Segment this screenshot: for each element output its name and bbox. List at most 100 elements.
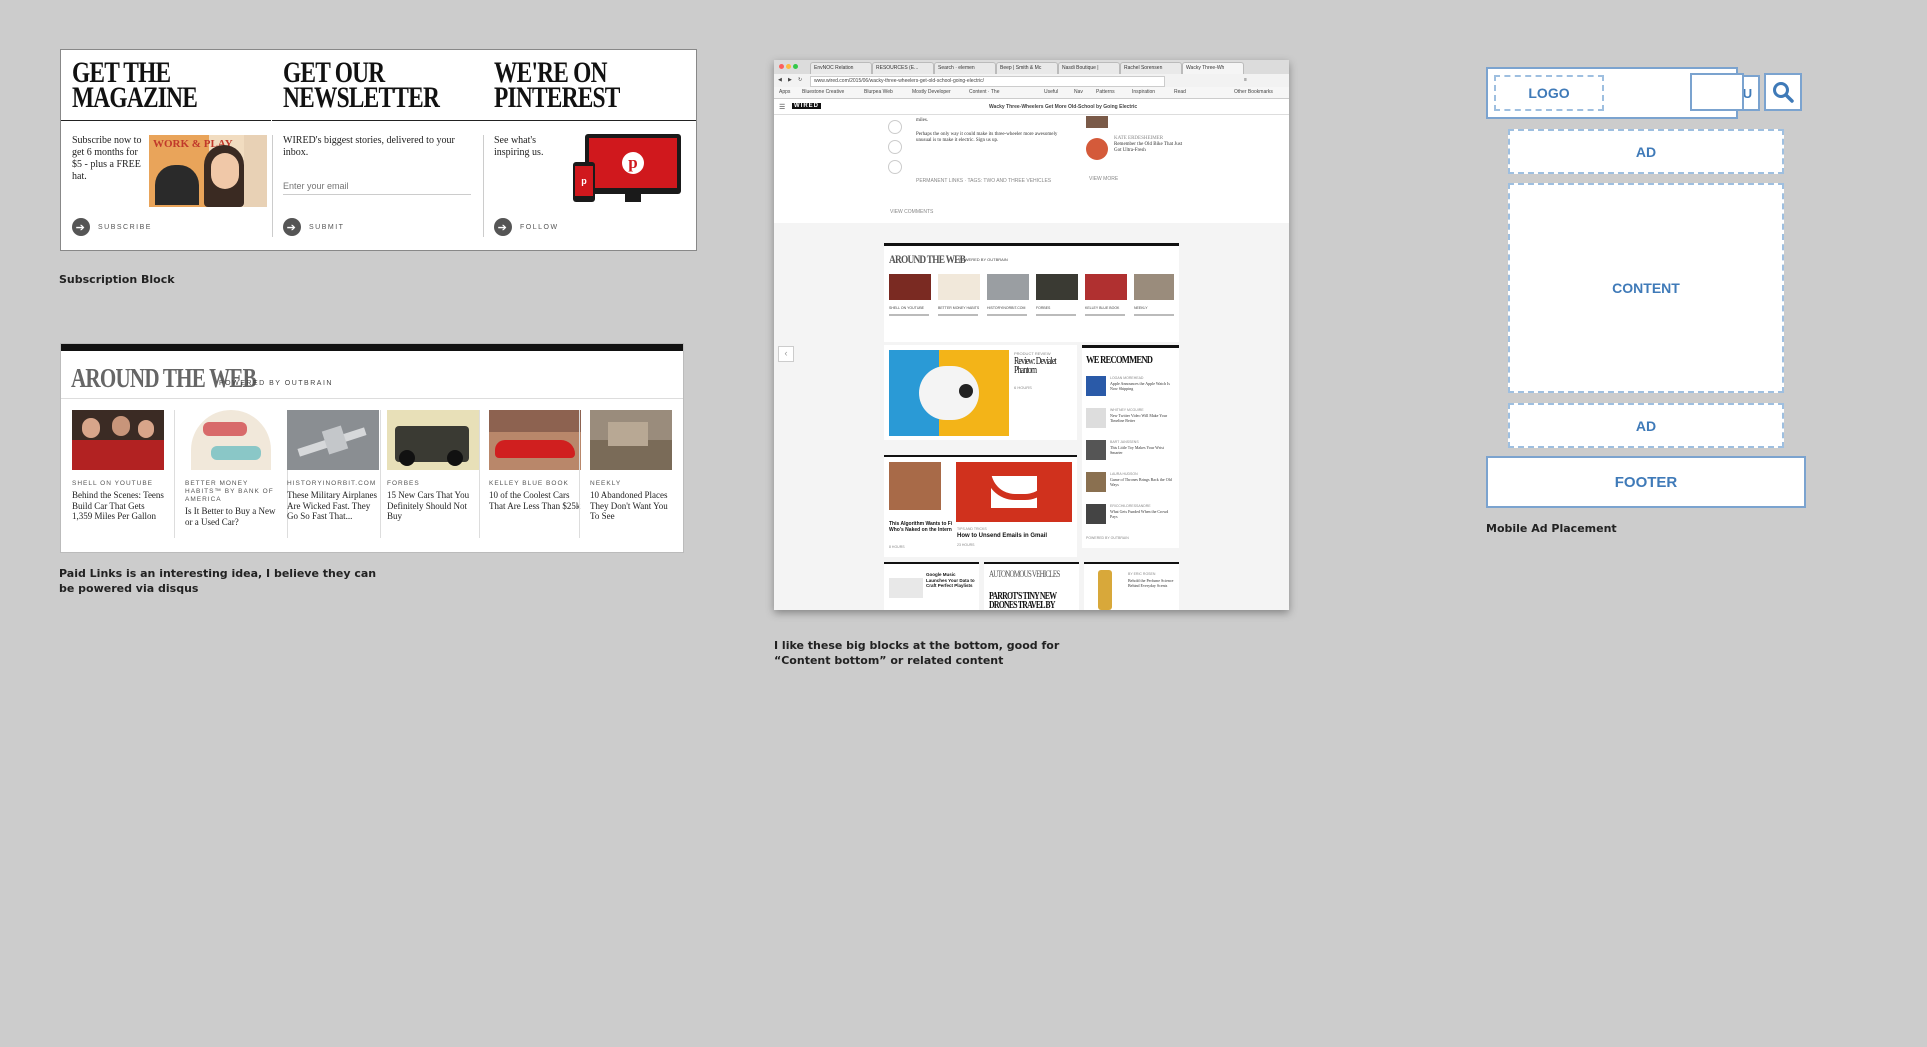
bookmark-item[interactable]: Bluestone Creative xyxy=(802,89,844,95)
browser-tab[interactable]: Beep | Smith & Mc xyxy=(996,62,1058,74)
feature-time: 6 HOURS xyxy=(1014,385,1032,390)
maximize-window-icon[interactable] xyxy=(793,64,798,69)
mini-thumb[interactable] xyxy=(1134,274,1174,300)
mini-thumb[interactable] xyxy=(1085,274,1127,300)
mini-thumb[interactable] xyxy=(987,274,1029,300)
gmail-title: How to Unsend Emails in Gmail xyxy=(957,533,1048,539)
email-input[interactable] xyxy=(283,178,471,195)
side-item[interactable]: KATE ERDESHEIMER Remember the Old Bike T… xyxy=(1114,136,1184,154)
email-share-icon[interactable] xyxy=(888,160,902,174)
pinterest-heading: WE'RE ON PINTEREST xyxy=(494,58,652,113)
browser-tab-strip: EnvNOC Relation RESOURCES (E... Search ·… xyxy=(774,60,1289,75)
google-card[interactable]: Google Music Launches Your Data to Craft… xyxy=(884,562,979,610)
atw-item[interactable]: KELLEY BLUE BOOK 10 of the Coolest Cars … xyxy=(489,410,581,511)
item-source: FORBES xyxy=(387,480,420,487)
browser-toolbar: ◀ ▶ ↻ www.wired.com/2015/06/wacky-three-… xyxy=(774,74,1289,87)
atw-item[interactable]: SHELL ON YOUTUBE Behind the Scenes: Teen… xyxy=(72,410,164,522)
atw-item[interactable]: BETTER MONEY HABITS™ BY BANK OF AMERICA … xyxy=(185,410,277,527)
reload-icon[interactable]: ↻ xyxy=(798,77,802,83)
subscribe-button[interactable]: ➔ SUBSCRIBE xyxy=(72,218,152,236)
mini-powered: POWERED BY OUTBRAIN xyxy=(1086,536,1129,540)
mini-source: HISTORYINORBIT.COM xyxy=(987,306,1026,310)
view-more-link[interactable]: VIEW MORE xyxy=(1089,176,1118,182)
atw-item[interactable]: HISTORYINORBIT.COM These Military Airpla… xyxy=(287,410,379,522)
browser-tab[interactable]: Rachel Sorensen xyxy=(1120,62,1182,74)
newsletter-text: WIRED's biggest stories, delivered to yo… xyxy=(283,135,455,158)
recommend-kicker: BART JANSSENS xyxy=(1110,440,1139,444)
browser-tab-active[interactable]: Wacky Three-Wh xyxy=(1182,62,1244,74)
recommend-kicker: WHITNEY MCGUIRE xyxy=(1110,408,1144,412)
browser-tab[interactable]: EnvNOC Relation xyxy=(810,62,872,74)
pinterest-share-icon[interactable] xyxy=(888,120,902,134)
site-logo[interactable]: WIRED xyxy=(792,103,821,109)
magazine-cover-image: WORK & PLAY xyxy=(149,135,267,207)
mini-thumb[interactable] xyxy=(889,274,931,300)
item-thumbnail xyxy=(590,410,672,470)
item-source: HISTORYINORBIT.COM xyxy=(287,480,377,487)
recommend-title: What Gets Funded When the Crowd Pays xyxy=(1110,509,1169,519)
arrow-right-icon: ➔ xyxy=(72,218,90,236)
submit-button[interactable]: ➔ SUBMIT xyxy=(283,218,344,236)
close-window-icon[interactable] xyxy=(779,64,784,69)
item-thumbnail xyxy=(387,410,479,470)
comment-share-icon[interactable] xyxy=(888,140,902,154)
arrow-right-icon: ➔ xyxy=(283,218,301,236)
recommend-title: Apple Announces the Apple Watch Is Now S… xyxy=(1110,381,1170,391)
perfume-card[interactable]: BY ERIC ROSEN Behold the Perfume Science… xyxy=(1084,562,1179,610)
bookmarks-bar: Apps Bluestone Creative Blurpea Web Most… xyxy=(774,87,1289,99)
bookmark-item[interactable]: Patterns xyxy=(1096,89,1115,95)
bookmark-item[interactable]: Read xyxy=(1174,89,1186,95)
heading-line: NEWSLETTER xyxy=(283,81,440,114)
forward-icon[interactable]: ▶ xyxy=(788,77,792,83)
bookmark-item[interactable]: Content · The xyxy=(969,89,999,95)
feature-card[interactable]: PRODUCT REVIEW Review: Devialet Phantom … xyxy=(884,345,1077,440)
gmail-kicker: TIPS AND TRICKS xyxy=(957,527,987,531)
bookmark-item[interactable]: Nav xyxy=(1074,89,1083,95)
bookmark-item[interactable]: Apps xyxy=(779,89,790,95)
bookmark-item[interactable]: Inspiration xyxy=(1132,89,1155,95)
mini-thumb[interactable] xyxy=(1036,274,1078,300)
atw-item[interactable]: NEEKLY 10 Abandoned Places They Don't Wa… xyxy=(590,410,672,522)
bookmark-item[interactable]: Other Bookmarks xyxy=(1234,89,1273,95)
side-thumb xyxy=(1086,116,1108,128)
subscribe-label: SUBSCRIBE xyxy=(98,223,152,231)
google-image xyxy=(889,578,923,598)
browser-tab[interactable]: Search · elemen xyxy=(934,62,996,74)
hamburger-icon[interactable]: ☰ xyxy=(779,103,785,111)
view-comments-link[interactable]: VIEW COMMENTS xyxy=(890,209,933,215)
bookmark-item[interactable]: Mostly Developer xyxy=(912,89,951,95)
browser-tab[interactable]: Nasdi Boutique | xyxy=(1058,62,1120,74)
caption-line: “Content bottom” or related content xyxy=(774,654,1004,667)
mini-source: BETTER MONEY HABITS xyxy=(938,306,980,310)
article-tags: PERMANENT LINKS · TAGS: TWO AND THREE VE… xyxy=(916,178,1052,184)
address-bar[interactable]: www.wired.com/2015/06/wacky-three-wheele… xyxy=(810,76,1165,87)
magazine-text: Subscribe now to get 6 months for $5 - p… xyxy=(72,135,142,182)
mini-atw-powered: POWERED BY OUTBRAIN xyxy=(959,257,1008,262)
item-divider xyxy=(479,410,480,538)
bookmark-item[interactable]: Useful xyxy=(1044,89,1058,95)
logo-placeholder[interactable]: LOGO xyxy=(1494,75,1604,111)
mini-source: FORBES xyxy=(1036,306,1051,310)
item-title: 15 New Cars That You Definitely Should N… xyxy=(387,490,470,521)
subscription-caption: Subscription Block xyxy=(59,273,175,286)
bookmark-item[interactable]: Blurpea Web xyxy=(864,89,893,95)
around-the-web-block: AROUND THE WEB POWERED BY OUTBRAIN SHELL… xyxy=(60,343,684,553)
ad-slot-top: AD xyxy=(1508,129,1784,174)
browser-tab[interactable]: RESOURCES (E... xyxy=(872,62,934,74)
minimize-window-icon[interactable] xyxy=(786,64,791,69)
recommend-title: New Twitter Video Will Make Your Timelin… xyxy=(1110,413,1168,423)
submit-label: SUBMIT xyxy=(309,223,345,231)
follow-button[interactable]: ➔ FOLLOW xyxy=(494,218,559,236)
gmail-card[interactable]: TIPS AND TRICKS How to Unsend Emails in … xyxy=(952,455,1077,557)
item-divider xyxy=(174,410,175,538)
back-icon[interactable]: ◀ xyxy=(778,77,782,83)
chevron-left-icon[interactable]: ‹ xyxy=(778,346,794,362)
pinterest-monitor-icon: p xyxy=(585,134,681,202)
mini-atw-block: AROUND THE WEB POWERED BY OUTBRAIN SHELL… xyxy=(884,243,1179,342)
menu-icon[interactable]: ≡ xyxy=(1244,77,1247,83)
mini-thumb[interactable] xyxy=(938,274,980,300)
atw-item[interactable]: FORBES 15 New Cars That You Definitely S… xyxy=(387,410,479,522)
search-button[interactable] xyxy=(1764,73,1802,111)
autonomous-card[interactable]: AUTONOMOUS VEHICLES PARROT'S TINY NEW DR… xyxy=(984,562,1079,610)
magazine-column: GET THE MAGAZINE Subscribe now to get 6 … xyxy=(61,50,271,250)
